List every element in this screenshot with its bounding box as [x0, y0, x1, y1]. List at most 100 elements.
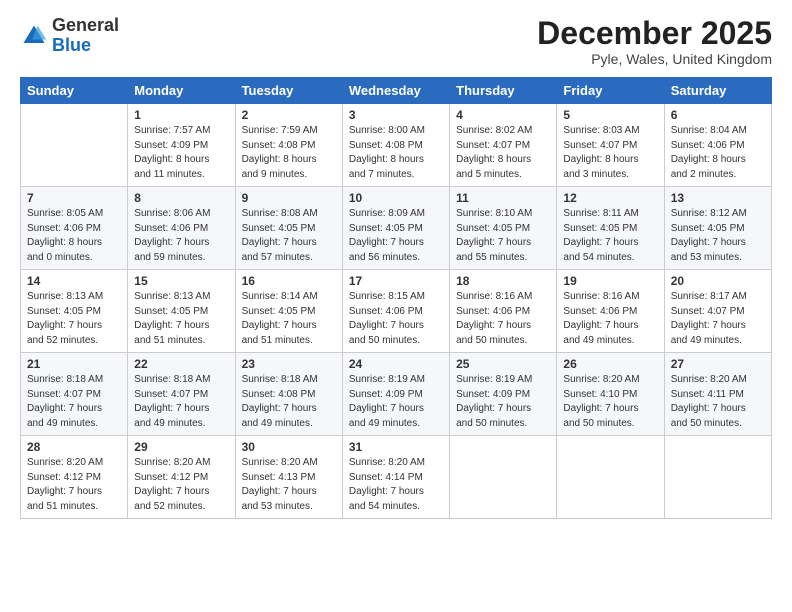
day-number: 9 — [242, 191, 336, 205]
calendar-cell: 25 Sunrise: 8:19 AMSunset: 4:09 PMDaylig… — [450, 353, 557, 436]
day-number: 23 — [242, 357, 336, 371]
calendar-cell: 5 Sunrise: 8:03 AMSunset: 4:07 PMDayligh… — [557, 104, 664, 187]
day-info: Sunrise: 8:20 AMSunset: 4:13 PMDaylight:… — [242, 456, 336, 514]
calendar-cell: 10 Sunrise: 8:09 AMSunset: 4:05 PMDaylig… — [342, 187, 449, 270]
day-number: 20 — [671, 274, 765, 288]
day-info: Sunrise: 8:13 AMSunset: 4:05 PMDaylight:… — [134, 290, 228, 348]
day-number: 16 — [242, 274, 336, 288]
day-number: 21 — [27, 357, 121, 371]
calendar-cell: 28 Sunrise: 8:20 AMSunset: 4:12 PMDaylig… — [21, 436, 128, 519]
calendar-cell: 6 Sunrise: 8:04 AMSunset: 4:06 PMDayligh… — [664, 104, 771, 187]
calendar-cell — [21, 104, 128, 187]
col-wednesday: Wednesday — [342, 78, 449, 104]
day-number: 30 — [242, 440, 336, 454]
calendar-cell: 14 Sunrise: 8:13 AMSunset: 4:05 PMDaylig… — [21, 270, 128, 353]
day-info: Sunrise: 7:59 AMSunset: 4:08 PMDaylight:… — [242, 124, 336, 182]
col-friday: Friday — [557, 78, 664, 104]
logo-text: General Blue — [52, 16, 119, 56]
header: General Blue December 2025 Pyle, Wales, … — [20, 16, 772, 67]
day-info: Sunrise: 8:09 AMSunset: 4:05 PMDaylight:… — [349, 207, 443, 265]
logo-icon — [20, 22, 48, 50]
day-number: 18 — [456, 274, 550, 288]
month-title: December 2025 — [537, 16, 772, 51]
calendar-cell: 8 Sunrise: 8:06 AMSunset: 4:06 PMDayligh… — [128, 187, 235, 270]
calendar-cell: 2 Sunrise: 7:59 AMSunset: 4:08 PMDayligh… — [235, 104, 342, 187]
logo-general-text: General — [52, 15, 119, 35]
calendar-cell: 13 Sunrise: 8:12 AMSunset: 4:05 PMDaylig… — [664, 187, 771, 270]
logo: General Blue — [20, 16, 119, 56]
day-number: 7 — [27, 191, 121, 205]
day-info: Sunrise: 8:19 AMSunset: 4:09 PMDaylight:… — [456, 373, 550, 431]
calendar-week-3: 14 Sunrise: 8:13 AMSunset: 4:05 PMDaylig… — [21, 270, 772, 353]
day-info: Sunrise: 8:20 AMSunset: 4:11 PMDaylight:… — [671, 373, 765, 431]
calendar-cell: 9 Sunrise: 8:08 AMSunset: 4:05 PMDayligh… — [235, 187, 342, 270]
calendar-table: Sunday Monday Tuesday Wednesday Thursday… — [20, 77, 772, 519]
location: Pyle, Wales, United Kingdom — [537, 51, 772, 67]
day-number: 1 — [134, 108, 228, 122]
col-sunday: Sunday — [21, 78, 128, 104]
calendar-cell: 15 Sunrise: 8:13 AMSunset: 4:05 PMDaylig… — [128, 270, 235, 353]
calendar-week-5: 28 Sunrise: 8:20 AMSunset: 4:12 PMDaylig… — [21, 436, 772, 519]
day-info: Sunrise: 8:20 AMSunset: 4:12 PMDaylight:… — [27, 456, 121, 514]
day-info: Sunrise: 8:14 AMSunset: 4:05 PMDaylight:… — [242, 290, 336, 348]
day-number: 25 — [456, 357, 550, 371]
calendar-cell: 31 Sunrise: 8:20 AMSunset: 4:14 PMDaylig… — [342, 436, 449, 519]
day-info: Sunrise: 8:20 AMSunset: 4:12 PMDaylight:… — [134, 456, 228, 514]
day-number: 14 — [27, 274, 121, 288]
calendar-week-1: 1 Sunrise: 7:57 AMSunset: 4:09 PMDayligh… — [21, 104, 772, 187]
calendar-cell: 22 Sunrise: 8:18 AMSunset: 4:07 PMDaylig… — [128, 353, 235, 436]
day-info: Sunrise: 8:19 AMSunset: 4:09 PMDaylight:… — [349, 373, 443, 431]
day-info: Sunrise: 8:06 AMSunset: 4:06 PMDaylight:… — [134, 207, 228, 265]
day-info: Sunrise: 8:00 AMSunset: 4:08 PMDaylight:… — [349, 124, 443, 182]
day-number: 27 — [671, 357, 765, 371]
day-info: Sunrise: 8:02 AMSunset: 4:07 PMDaylight:… — [456, 124, 550, 182]
calendar-header-row: Sunday Monday Tuesday Wednesday Thursday… — [21, 78, 772, 104]
calendar-cell: 19 Sunrise: 8:16 AMSunset: 4:06 PMDaylig… — [557, 270, 664, 353]
calendar-week-4: 21 Sunrise: 8:18 AMSunset: 4:07 PMDaylig… — [21, 353, 772, 436]
day-number: 24 — [349, 357, 443, 371]
day-number: 29 — [134, 440, 228, 454]
calendar-cell: 23 Sunrise: 8:18 AMSunset: 4:08 PMDaylig… — [235, 353, 342, 436]
col-monday: Monday — [128, 78, 235, 104]
calendar-cell — [450, 436, 557, 519]
calendar-cell: 27 Sunrise: 8:20 AMSunset: 4:11 PMDaylig… — [664, 353, 771, 436]
calendar-cell — [557, 436, 664, 519]
calendar-cell: 4 Sunrise: 8:02 AMSunset: 4:07 PMDayligh… — [450, 104, 557, 187]
calendar-cell: 3 Sunrise: 8:00 AMSunset: 4:08 PMDayligh… — [342, 104, 449, 187]
calendar-cell: 1 Sunrise: 7:57 AMSunset: 4:09 PMDayligh… — [128, 104, 235, 187]
calendar-cell: 16 Sunrise: 8:14 AMSunset: 4:05 PMDaylig… — [235, 270, 342, 353]
col-saturday: Saturday — [664, 78, 771, 104]
day-number: 15 — [134, 274, 228, 288]
calendar-cell: 17 Sunrise: 8:15 AMSunset: 4:06 PMDaylig… — [342, 270, 449, 353]
day-number: 11 — [456, 191, 550, 205]
day-number: 12 — [563, 191, 657, 205]
day-number: 17 — [349, 274, 443, 288]
calendar-cell: 12 Sunrise: 8:11 AMSunset: 4:05 PMDaylig… — [557, 187, 664, 270]
day-info: Sunrise: 8:20 AMSunset: 4:10 PMDaylight:… — [563, 373, 657, 431]
day-info: Sunrise: 8:13 AMSunset: 4:05 PMDaylight:… — [27, 290, 121, 348]
day-number: 5 — [563, 108, 657, 122]
day-info: Sunrise: 8:05 AMSunset: 4:06 PMDaylight:… — [27, 207, 121, 265]
day-number: 28 — [27, 440, 121, 454]
day-info: Sunrise: 8:15 AMSunset: 4:06 PMDaylight:… — [349, 290, 443, 348]
day-number: 13 — [671, 191, 765, 205]
calendar-week-2: 7 Sunrise: 8:05 AMSunset: 4:06 PMDayligh… — [21, 187, 772, 270]
day-info: Sunrise: 8:10 AMSunset: 4:05 PMDaylight:… — [456, 207, 550, 265]
day-info: Sunrise: 7:57 AMSunset: 4:09 PMDaylight:… — [134, 124, 228, 182]
day-info: Sunrise: 8:12 AMSunset: 4:05 PMDaylight:… — [671, 207, 765, 265]
day-info: Sunrise: 8:11 AMSunset: 4:05 PMDaylight:… — [563, 207, 657, 265]
calendar-cell: 20 Sunrise: 8:17 AMSunset: 4:07 PMDaylig… — [664, 270, 771, 353]
calendar-cell: 7 Sunrise: 8:05 AMSunset: 4:06 PMDayligh… — [21, 187, 128, 270]
day-number: 22 — [134, 357, 228, 371]
day-info: Sunrise: 8:03 AMSunset: 4:07 PMDaylight:… — [563, 124, 657, 182]
calendar-cell: 29 Sunrise: 8:20 AMSunset: 4:12 PMDaylig… — [128, 436, 235, 519]
logo-blue-text: Blue — [52, 35, 91, 55]
day-info: Sunrise: 8:16 AMSunset: 4:06 PMDaylight:… — [456, 290, 550, 348]
day-info: Sunrise: 8:20 AMSunset: 4:14 PMDaylight:… — [349, 456, 443, 514]
calendar-cell: 26 Sunrise: 8:20 AMSunset: 4:10 PMDaylig… — [557, 353, 664, 436]
day-number: 4 — [456, 108, 550, 122]
day-info: Sunrise: 8:18 AMSunset: 4:07 PMDaylight:… — [27, 373, 121, 431]
day-number: 2 — [242, 108, 336, 122]
col-thursday: Thursday — [450, 78, 557, 104]
day-info: Sunrise: 8:16 AMSunset: 4:06 PMDaylight:… — [563, 290, 657, 348]
